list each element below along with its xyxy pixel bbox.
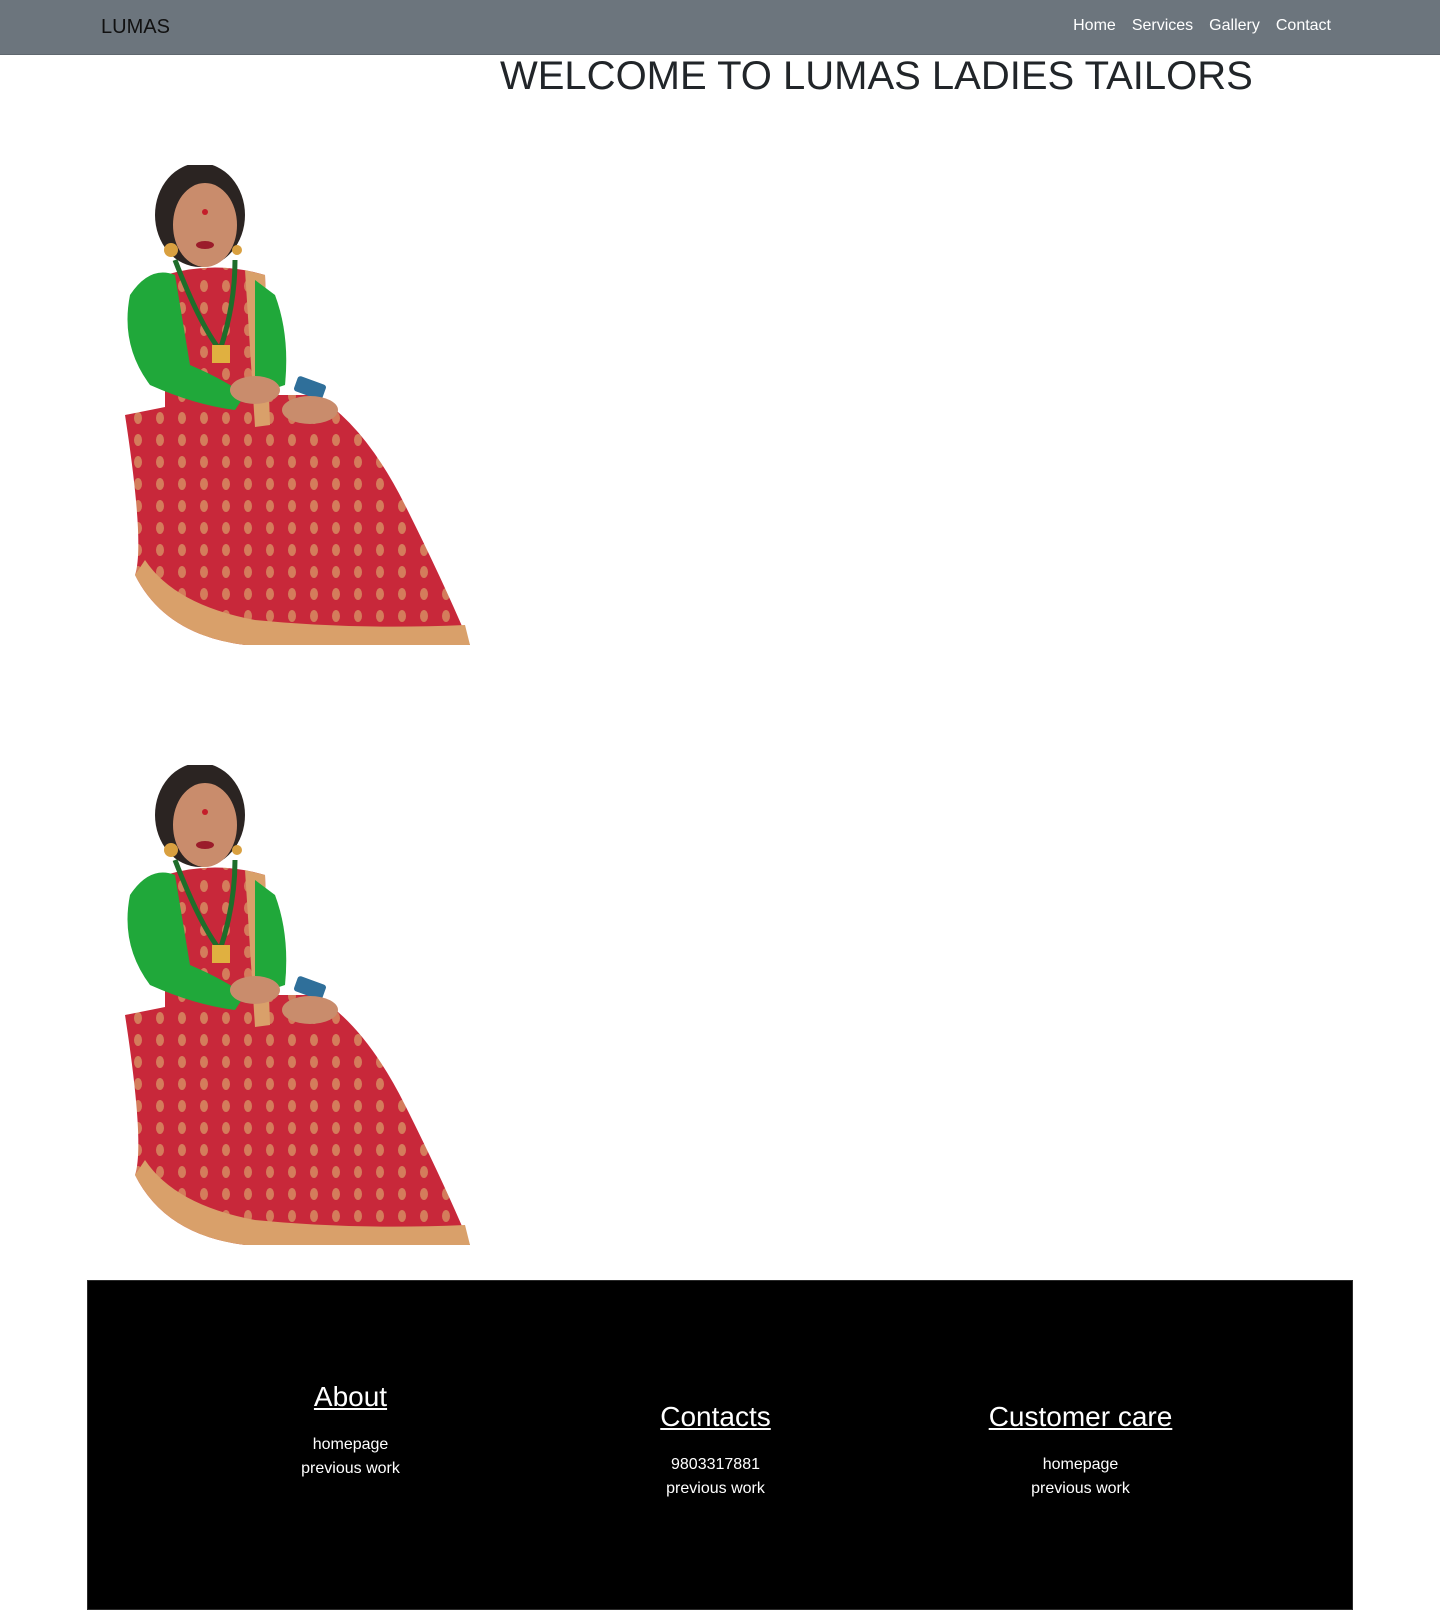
nav-link-home[interactable]: Home <box>1073 17 1116 35</box>
footer-about-previous-work-link[interactable]: previous work <box>168 1457 533 1481</box>
footer-about-homepage-link[interactable]: homepage <box>168 1433 533 1457</box>
nav-links: Home Services Gallery Contact <box>1073 17 1331 35</box>
footer-about-heading[interactable]: About <box>168 1381 533 1413</box>
footer-about-column: About homepage previous work <box>168 1381 533 1481</box>
nav-link-services[interactable]: Services <box>1132 17 1193 35</box>
site-footer: About homepage previous work Contacts 98… <box>87 1280 1353 1610</box>
brand-logo-link[interactable]: LUMAS <box>101 16 170 39</box>
tailor-photo-2 <box>105 765 475 1255</box>
tailor-photo-1 <box>105 165 475 655</box>
footer-phone-number: 9803317881 <box>671 1456 760 1473</box>
footer-care-previous-work-link[interactable]: previous work <box>898 1477 1263 1501</box>
top-navbar: LUMAS Home Services Gallery Contact <box>0 0 1440 55</box>
footer-contacts-heading[interactable]: Contacts <box>533 1401 898 1433</box>
page-title: WELCOME TO LUMAS LADIES TAILORS <box>500 54 1253 98</box>
footer-customer-care-heading[interactable]: Customer care <box>898 1401 1263 1433</box>
footer-customer-care-column: Customer care homepage previous work <box>898 1401 1263 1501</box>
nav-link-gallery[interactable]: Gallery <box>1209 17 1260 35</box>
footer-contacts-column: Contacts 9803317881 previous work <box>533 1401 898 1501</box>
footer-care-homepage-link[interactable]: homepage <box>898 1453 1263 1477</box>
nav-link-contact[interactable]: Contact <box>1276 17 1331 35</box>
footer-contacts-previous-work-link[interactable]: previous work <box>533 1477 898 1501</box>
